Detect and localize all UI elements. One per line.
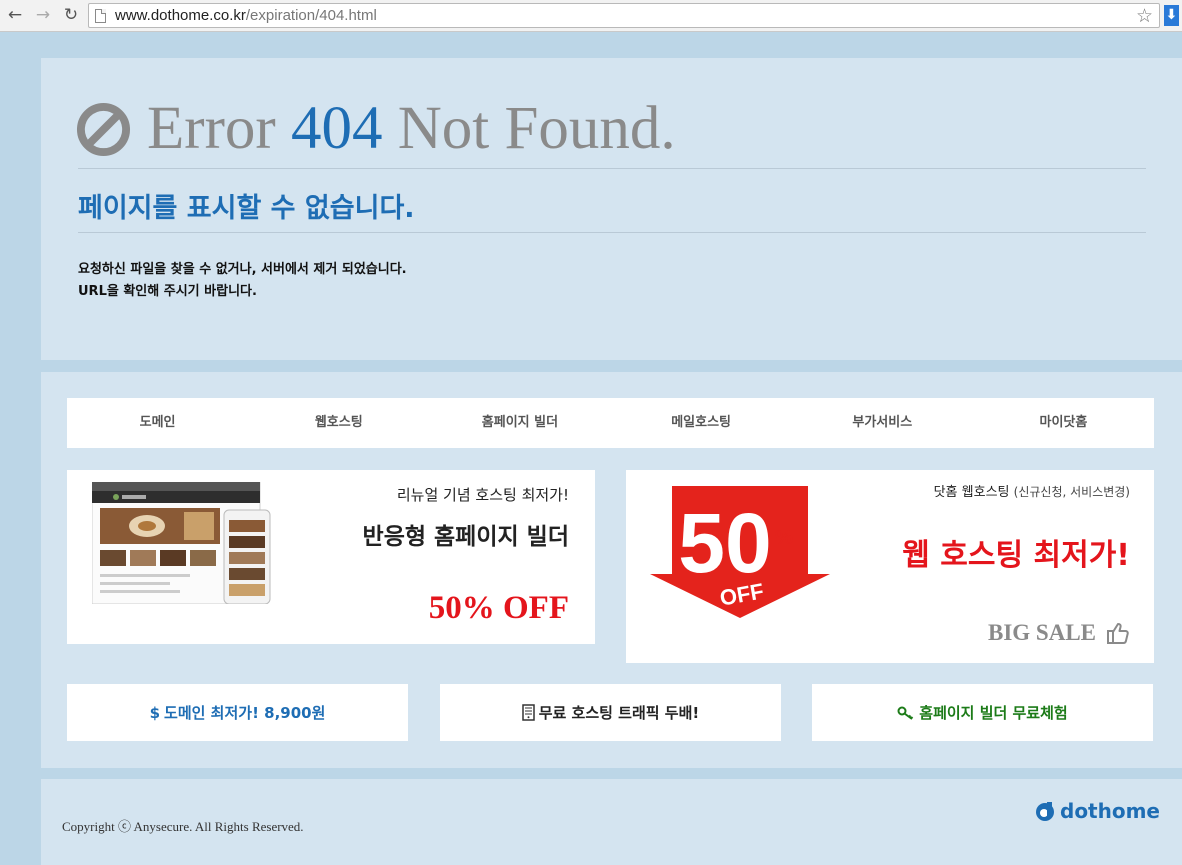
bookmark-star-icon[interactable]: ☆ bbox=[1136, 4, 1153, 28]
service-nav: 도메인 웹호스팅 홈페이지 빌더 메일호스팅 부가서비스 마이닷홈 bbox=[67, 398, 1154, 448]
builder-promo-banner[interactable]: 리뉴얼 기념 호스팅 최저가! 반응형 홈페이지 빌더 50% OFF bbox=[67, 470, 595, 644]
sale-badge-arrow-icon: 50 % OFF bbox=[650, 486, 830, 618]
error-subtitle: 페이지를 표시할 수 없습니다. bbox=[78, 193, 415, 224]
nav-item-homepage-builder[interactable]: 홈페이지 빌더 bbox=[429, 398, 610, 448]
domain-price-link[interactable]: $ 도메인 최저가! 8,900원 bbox=[67, 684, 408, 741]
url-text: www.dothome.co.kr/expiration/404.html bbox=[115, 7, 377, 24]
responsive-builder-illustration bbox=[92, 482, 271, 604]
download-icon[interactable]: ⬇ bbox=[1164, 5, 1179, 26]
hosting-tagline: 닷홈 웹호스팅 (신규신청, 서비스변경) bbox=[900, 482, 1130, 503]
builder-trial-label: 홈페이지 빌더 무료체험 bbox=[919, 704, 1068, 722]
badge-number: 50 bbox=[678, 496, 771, 590]
big-sale-text: BIG SALE bbox=[987, 620, 1096, 645]
prohibited-icon bbox=[76, 102, 131, 156]
nav-item-domain[interactable]: 도메인 bbox=[67, 398, 248, 448]
error-code: 404 bbox=[290, 95, 383, 162]
domain-price-label: 도메인 최저가! 8,900원 bbox=[164, 704, 326, 722]
dothome-logo[interactable]: dothome bbox=[1034, 799, 1160, 823]
page-icon bbox=[95, 9, 106, 23]
free-hosting-label: 무료 호스팅 트래픽 두배! bbox=[538, 704, 700, 722]
server-icon bbox=[521, 704, 535, 721]
nav-item-webhosting[interactable]: 웹호스팅 bbox=[248, 398, 429, 448]
error-panel: Error 404 Not Found. 페이지를 표시할 수 없습니다. 요청… bbox=[41, 58, 1182, 360]
address-bar[interactable]: www.dothome.co.kr/expiration/404.html ☆ bbox=[88, 3, 1160, 28]
not-found-word: Not Found. bbox=[397, 95, 676, 162]
badge-percent: % bbox=[775, 527, 793, 549]
browser-toolbar: ← → ↻ www.dothome.co.kr/expiration/404.h… bbox=[0, 0, 1182, 32]
thumbs-up-icon bbox=[1107, 623, 1129, 644]
error-message-line: 요청하신 파일을 찾을 수 없거나, 서버에서 제거 되었습니다. bbox=[78, 262, 407, 277]
hosting-sale-banner[interactable]: 50 % OFF 닷홈 웹호스팅 (신규신청, 서비스변경) 웹 호스팅 최저가… bbox=[626, 470, 1154, 663]
nav-item-extra-services[interactable]: 부가서비스 bbox=[792, 398, 973, 448]
free-hosting-link[interactable]: 무료 호스팅 트래픽 두배! bbox=[440, 684, 781, 741]
hosting-tagline-main: 닷홈 웹호스팅 bbox=[933, 485, 1010, 500]
promo-panel: 도메인 웹호스팅 홈페이지 빌더 메일호스팅 부가서비스 마이닷홈 리뉴얼 기념… bbox=[41, 372, 1182, 768]
big-sale-label: BIG SALE bbox=[988, 620, 1130, 646]
copyright-text: Copyright ⓒ Anysecure. All Rights Reserv… bbox=[62, 819, 304, 834]
forward-button[interactable]: → bbox=[32, 4, 54, 26]
back-button[interactable]: ← bbox=[4, 4, 26, 26]
builder-trial-link[interactable]: 홈페이지 빌더 무료체험 bbox=[812, 684, 1153, 741]
divider bbox=[78, 232, 1146, 233]
builder-discount: 50% OFF bbox=[428, 590, 569, 626]
key-icon bbox=[897, 706, 915, 720]
error-message-line: URL을 확인해 주시기 바랍니다. bbox=[78, 284, 257, 299]
divider bbox=[78, 168, 1146, 169]
logo-text: dothome bbox=[1060, 799, 1160, 823]
error-word: Error bbox=[147, 95, 276, 162]
dollar-icon: $ bbox=[149, 703, 161, 722]
hosting-title: 웹 호스팅 최저가! bbox=[902, 538, 1130, 573]
dothome-logo-icon bbox=[1036, 802, 1054, 821]
builder-tagline: 리뉴얼 기념 호스팅 최저가! bbox=[396, 486, 569, 504]
nav-item-mailhosting[interactable]: 메일호스팅 bbox=[611, 398, 792, 448]
nav-item-my-dothome[interactable]: 마이닷홈 bbox=[973, 398, 1154, 448]
builder-title: 반응형 홈페이지 빌더 bbox=[362, 524, 569, 550]
hosting-tagline-note: (신규신청, 서비스변경) bbox=[1013, 485, 1130, 499]
error-heading: Error 404 Not Found. bbox=[76, 94, 676, 164]
reload-button[interactable]: ↻ bbox=[60, 4, 82, 26]
footer: Copyright ⓒ Anysecure. All Rights Reserv… bbox=[41, 779, 1182, 865]
error-message: 요청하신 파일을 찾을 수 없거나, 서버에서 제거 되었습니다. URL을 확… bbox=[78, 259, 407, 303]
